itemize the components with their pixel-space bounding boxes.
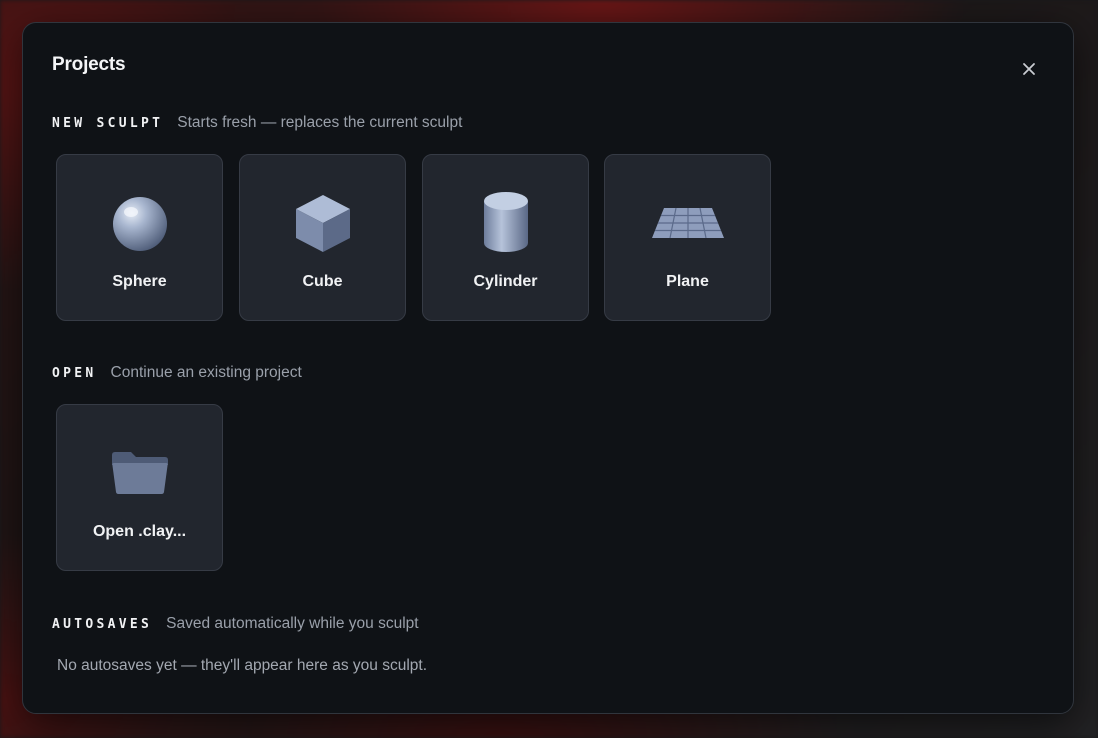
open-description: Continue an existing project xyxy=(110,364,302,381)
open-clay-label: Open .clay... xyxy=(92,523,187,540)
sphere-icon xyxy=(112,197,167,251)
open-clay-file-button[interactable]: Open .clay... xyxy=(56,404,223,571)
cube-icon xyxy=(295,195,350,252)
new-sphere-button[interactable]: Sphere xyxy=(56,154,223,321)
new-sculpt-description: Starts fresh — replaces the current scul… xyxy=(177,114,463,131)
open-label: OPEN xyxy=(52,366,97,381)
new-sculpt-label: NEW SCULPT xyxy=(52,116,164,131)
close-icon xyxy=(1023,63,1035,75)
cube-label: Cube xyxy=(302,273,343,290)
folder-icon xyxy=(111,452,168,494)
plane-icon xyxy=(651,207,724,239)
new-plane-button[interactable]: Plane xyxy=(604,154,771,321)
open-section-header: OPEN Continue an existing project xyxy=(52,364,302,382)
new-sculpt-section-header: NEW SCULPT Starts fresh — replaces the c… xyxy=(52,114,462,132)
new-cube-button[interactable]: Cube xyxy=(239,154,406,321)
dialog-title: Projects xyxy=(52,54,126,75)
close-button[interactable] xyxy=(1017,57,1041,81)
autosaves-description: Saved automatically while you sculpt xyxy=(166,615,419,632)
projects-dialog: Projects NEW SCULPT Starts fresh — repla… xyxy=(22,22,1074,714)
plane-label: Plane xyxy=(666,273,709,290)
cylinder-label: Cylinder xyxy=(473,273,538,290)
autosaves-section-header: AUTOSAVES Saved automatically while you … xyxy=(52,615,419,633)
autosaves-label: AUTOSAVES xyxy=(52,617,153,632)
sphere-label: Sphere xyxy=(112,273,167,290)
cylinder-icon xyxy=(483,192,528,252)
new-cylinder-button[interactable]: Cylinder xyxy=(422,154,589,321)
autosaves-empty-message: No autosaves yet — they'll appear here a… xyxy=(57,657,427,674)
